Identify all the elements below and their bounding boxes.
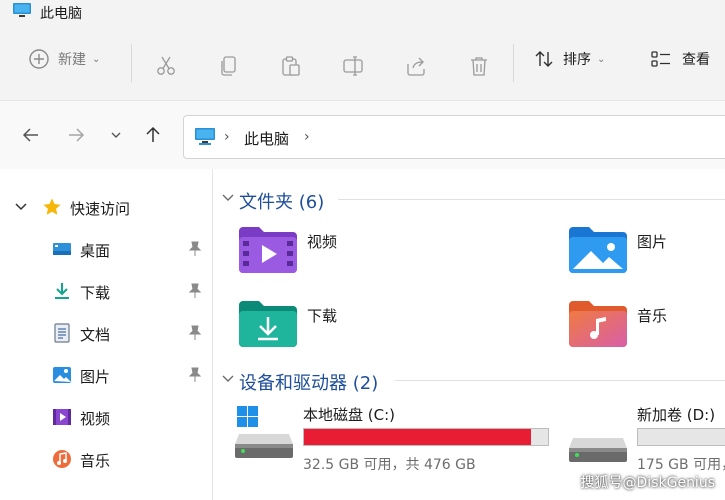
- music-folder-icon: [569, 301, 627, 347]
- chevron-down-icon: ⌄: [597, 53, 606, 65]
- desktop-icon: [53, 243, 71, 255]
- sidebar-item-documents[interactable]: 文档: [0, 315, 212, 351]
- view-button[interactable]: 查看: [650, 41, 710, 77]
- document-icon: [54, 323, 70, 343]
- chevron-right-icon[interactable]: ›: [224, 129, 230, 145]
- sidebar-item-pictures[interactable]: 图片: [0, 357, 212, 393]
- drive-c[interactable]: 本地磁盘 (C:) 32.5 GB 可用，共 476 GB: [235, 404, 549, 484]
- this-pc-icon: [13, 3, 31, 17]
- drive-usage-bar: [303, 428, 549, 446]
- sidebar-item-desktop[interactable]: 桌面: [0, 231, 212, 267]
- drive-icon: [569, 438, 627, 462]
- arrow-right-icon: [69, 128, 85, 142]
- picture-icon: [53, 367, 71, 383]
- title-bar: 此电脑: [0, 0, 725, 24]
- plus-circle-icon: [29, 49, 49, 69]
- new-label: 新建: [58, 52, 86, 68]
- videos-folder-icon: [239, 227, 297, 273]
- this-pc-icon: [195, 128, 215, 145]
- drive-free-space: 32.5 GB 可用，共 476 GB: [303, 457, 476, 473]
- pictures-folder-icon: [569, 227, 627, 273]
- toolbar-divider: [131, 44, 132, 82]
- download-icon: [55, 283, 69, 299]
- folder-label: 下载: [307, 307, 338, 325]
- chevron-right-icon[interactable]: ›: [304, 129, 310, 145]
- sort-arrows-icon: [535, 51, 553, 67]
- content-pane: 文件夹 (6) 视频 图片 下载 音乐 设备和驱动器 (2) 本地磁盘 (C:)…: [213, 169, 725, 500]
- group-divider: [395, 380, 725, 381]
- sidebar-item-label: 视频: [80, 410, 111, 428]
- folder-label: 视频: [307, 233, 338, 251]
- sidebar-item-downloads[interactable]: 下载: [0, 273, 212, 309]
- new-button[interactable]: 新建 ⌄: [28, 41, 100, 77]
- breadcrumb[interactable]: 此电脑: [244, 128, 289, 149]
- back-button[interactable]: [19, 123, 43, 147]
- window-title: 此电脑: [40, 6, 82, 22]
- cut-icon[interactable]: [155, 55, 177, 77]
- sidebar-item-videos[interactable]: 视频: [0, 399, 212, 435]
- quick-access-label: 快速访问: [70, 200, 131, 218]
- folder-music[interactable]: 音乐: [569, 301, 725, 357]
- system-drive-icon: [235, 406, 293, 458]
- sidebar-item-label: 音乐: [80, 452, 111, 470]
- folder-label: 图片: [637, 233, 668, 251]
- pin-icon[interactable]: [188, 283, 202, 299]
- drive-usage-bar: [637, 428, 725, 446]
- chevron-down-icon: ⌄: [92, 53, 101, 65]
- pin-icon[interactable]: [188, 241, 202, 257]
- view-label: 查看: [682, 52, 710, 68]
- sidebar-item-label: 图片: [80, 368, 111, 386]
- recent-locations-button[interactable]: [104, 123, 128, 147]
- drive-usage-fill: [304, 429, 531, 445]
- chevron-down-icon[interactable]: [14, 201, 28, 213]
- navigation-bar: › 此电脑 ›: [0, 101, 725, 169]
- pin-icon[interactable]: [188, 325, 202, 341]
- quick-access-item[interactable]: 快速访问: [0, 191, 212, 223]
- share-icon[interactable]: [405, 55, 427, 77]
- chevron-down-icon[interactable]: [221, 373, 235, 385]
- folder-label: 音乐: [637, 307, 668, 325]
- music-icon: [53, 450, 71, 468]
- toolbar-divider: [513, 44, 514, 82]
- group-divider: [338, 199, 725, 200]
- forward-button[interactable]: [64, 123, 88, 147]
- sidebar-item-music[interactable]: 音乐: [0, 441, 212, 477]
- delete-icon[interactable]: [468, 55, 490, 77]
- chevron-down-icon: [111, 132, 121, 138]
- folder-pictures[interactable]: 图片: [569, 227, 725, 283]
- navigation-pane: 快速访问 桌面 下载 文档 图片 视频 音乐: [0, 169, 212, 500]
- address-bar[interactable]: › 此电脑 ›: [183, 115, 725, 159]
- star-icon: [43, 198, 61, 215]
- video-icon: [53, 409, 71, 425]
- group-title: 设备和驱动器 (2): [239, 373, 379, 394]
- pin-icon[interactable]: [188, 367, 202, 383]
- drive-name: 新加卷 (D:): [637, 406, 716, 424]
- sidebar-item-label: 下载: [80, 284, 111, 302]
- drive-free-space: 175 GB 可用，: [637, 457, 725, 473]
- folder-downloads[interactable]: 下载: [239, 301, 499, 357]
- downloads-folder-icon: [239, 301, 297, 347]
- sidebar-item-label: 文档: [80, 326, 111, 344]
- drive-name: 本地磁盘 (C:): [303, 406, 395, 424]
- paste-icon[interactable]: [280, 55, 302, 77]
- up-button[interactable]: [141, 123, 165, 147]
- view-list-icon: [651, 51, 670, 67]
- sort-label: 排序: [563, 52, 591, 68]
- group-title: 文件夹 (6): [239, 192, 325, 213]
- folder-videos[interactable]: 视频: [239, 227, 499, 283]
- command-bar: 新建 ⌄ 排序 ⌄ 查看: [0, 24, 725, 100]
- sidebar-item-label: 桌面: [80, 242, 111, 260]
- chevron-down-icon[interactable]: [221, 192, 235, 204]
- rename-icon[interactable]: [342, 55, 364, 77]
- copy-icon[interactable]: [218, 55, 240, 77]
- arrow-up-icon: [146, 126, 160, 142]
- watermark: 搜狐号@DiskGenius: [580, 475, 715, 491]
- arrow-left-icon: [22, 128, 38, 142]
- sort-button[interactable]: 排序 ⌄: [533, 41, 605, 77]
